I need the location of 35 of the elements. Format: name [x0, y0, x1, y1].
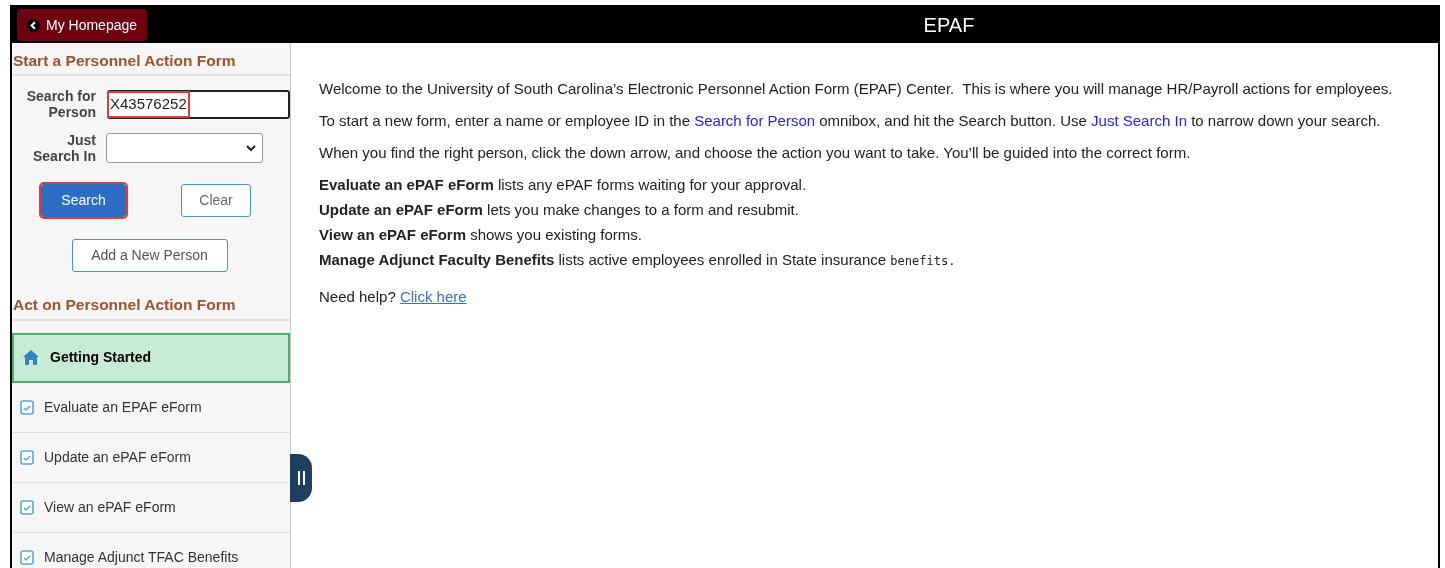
text-link[interactable]: Search for Person — [694, 112, 816, 129]
section-title: Act on Personnel Action Form — [12, 293, 290, 321]
nav-item[interactable]: Getting Started — [12, 332, 290, 383]
search-field[interactable]: X43576252 — [107, 89, 290, 119]
paragraph: When you find the right person, click the down arrow, and choose the action you want to take. You’ll be guided into the correct form. — [319, 143, 1192, 162]
paragraph: Evaluate an ePAF eForm lists any ePAF forms waiting for your approval. — [319, 175, 808, 194]
back-button[interactable]: My Homepage — [17, 9, 148, 41]
section-title: Start a Personnel Action Form — [12, 43, 290, 77]
home-icon — [22, 349, 40, 366]
paragraph: View an ePAF eForm shows you existing forms. — [319, 225, 643, 244]
help-link[interactable]: Click here — [399, 288, 467, 305]
scope-dropdown[interactable] — [106, 133, 263, 164]
page-title: EPAF — [922, 13, 976, 38]
paragraph: Need help? Click here — [319, 287, 468, 306]
field-label: Search for Person — [25, 88, 96, 121]
add-person-button[interactable]: Add a New Person — [71, 239, 228, 273]
document-icon — [20, 549, 34, 565]
document-icon — [20, 449, 34, 465]
document-icon — [20, 399, 34, 415]
pane-toggle-handle[interactable] — [290, 454, 312, 502]
clear-button[interactable]: Clear — [181, 184, 251, 218]
nav-item[interactable]: Update an ePAF eForm — [12, 432, 290, 483]
text-link[interactable]: Just Search In — [1091, 112, 1187, 129]
paragraph: Update an ePAF eForm lets you make changes to a form and resubmit. — [319, 200, 800, 219]
document-icon — [20, 499, 34, 515]
chevron-down-icon — [246, 144, 256, 152]
nav-item[interactable]: View an ePAF eForm — [12, 482, 290, 533]
back-icon — [27, 18, 40, 32]
paragraph: Manage Adjunct Faculty Benefits lists active employees enrolled in State insurance benefits. — [319, 250, 957, 270]
paragraph: Welcome to the University of South Carolina’s Electronic Personnel Action Form (EPAF) Center. This is where you will manage HR/Payroll actions for employees. — [319, 79, 1394, 98]
field-label: Just Search In — [31, 132, 96, 165]
paragraph: To start a new form, enter a name or employee ID in the Search for Person omnibox, and hit the Search button. Use Just Search In to narrow down your search. — [319, 111, 1382, 130]
nav-item[interactable]: Manage Adjunct TFAC Benefits — [12, 532, 290, 568]
nav-item[interactable]: Evaluate an EPAF eForm — [12, 382, 290, 433]
search-button[interactable]: Search — [41, 184, 126, 218]
